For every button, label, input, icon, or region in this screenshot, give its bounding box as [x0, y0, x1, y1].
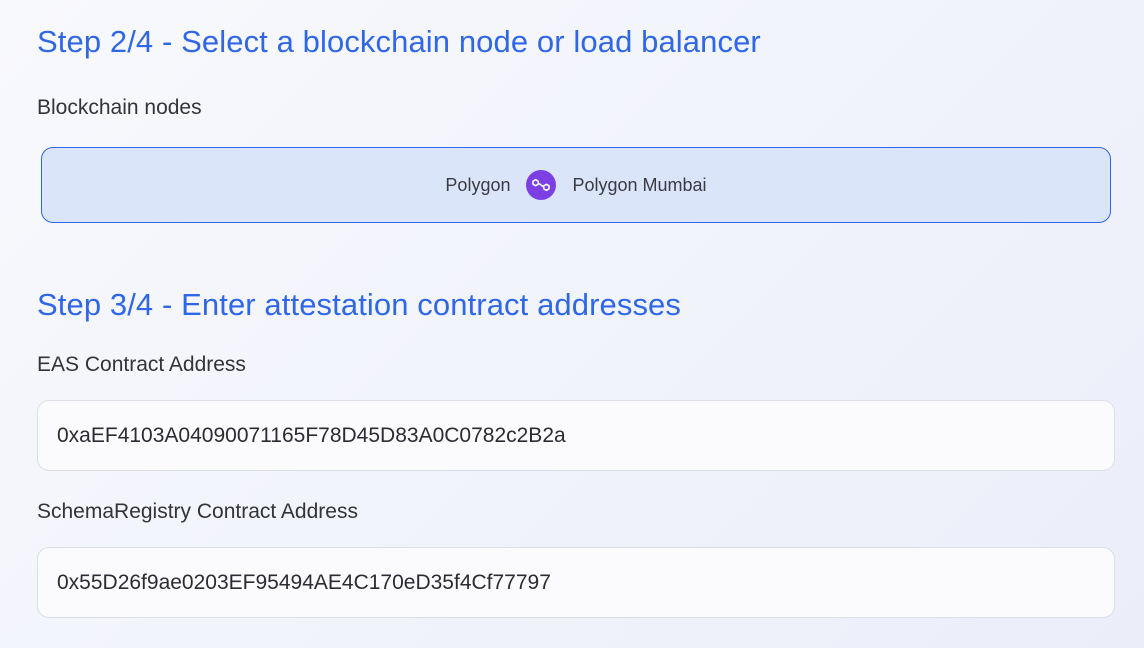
step3-title: Step 3/4 - Enter attestation contract ad…: [37, 287, 681, 322]
blockchain-nodes-label: Blockchain nodes: [37, 96, 202, 119]
node-option-polygon-mumbai[interactable]: Polygon Polygon Mumbai: [41, 147, 1111, 223]
eas-address-label: EAS Contract Address: [37, 353, 246, 376]
schema-registry-address-input[interactable]: 0x55D26f9ae0203EF95494AE4C170eD35f4Cf777…: [37, 547, 1115, 618]
step2-title: Step 2/4 - Select a blockchain node or l…: [37, 24, 761, 59]
node-network-label: Polygon: [445, 174, 511, 195]
schema-registry-address-label: SchemaRegistry Contract Address: [37, 500, 358, 523]
eas-address-input[interactable]: 0xaEF4103A04090071165F78D45D83A0C0782c2B…: [37, 400, 1115, 471]
polygon-logo-icon: [526, 170, 557, 200]
node-name-label: Polygon Mumbai: [572, 174, 707, 195]
